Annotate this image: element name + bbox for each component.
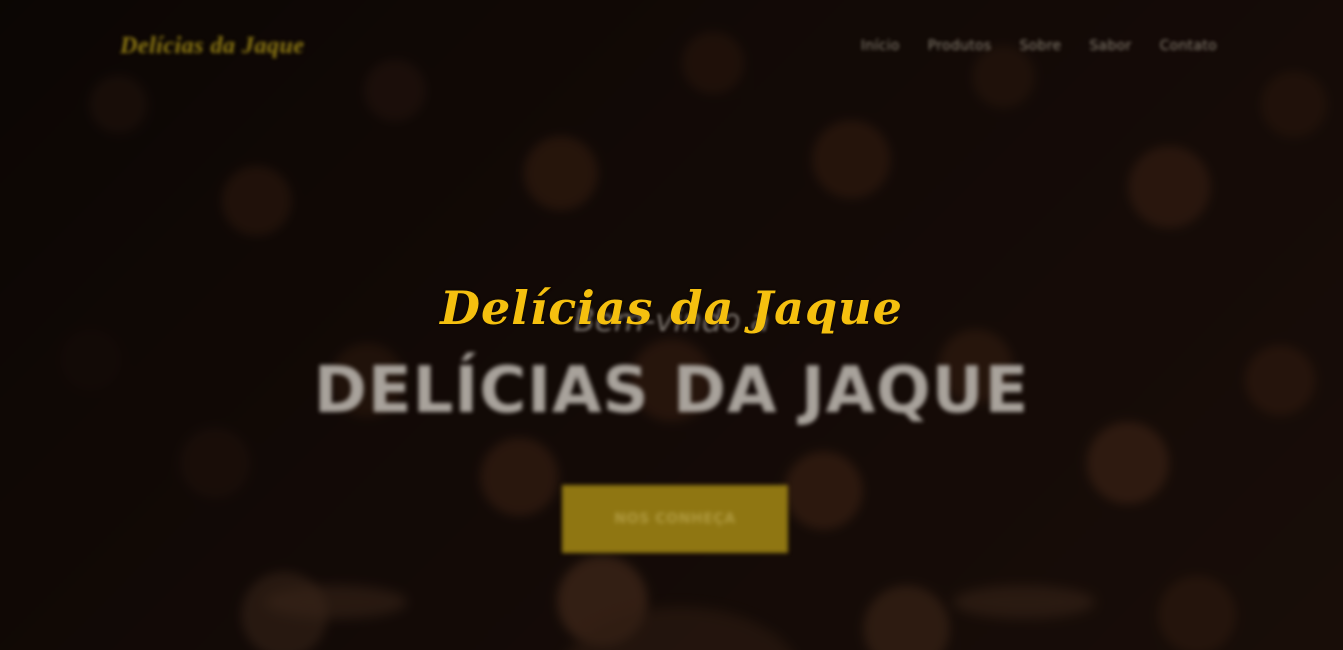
modal-title: Delícias da Jaque <box>440 281 903 335</box>
top-navigation: Delícias da Jaque Início Produtos Sobre … <box>120 28 1217 64</box>
nav-item-sobre[interactable]: Sobre <box>1019 38 1061 54</box>
hero-section: Bem-vindo à Delícias da Jaque DELÍCIAS D… <box>0 285 1343 466</box>
site-logo[interactable]: Delícias da Jaque <box>120 33 304 60</box>
nos-conheca-button[interactable]: NOS CONHEÇA <box>562 485 788 553</box>
nav-item-contato[interactable]: Contato <box>1160 38 1217 54</box>
nav-item-inicio[interactable]: Início <box>861 38 900 54</box>
page-stage: Delícias da Jaque Início Produtos Sobre … <box>0 0 1343 650</box>
nav-item-sabor[interactable]: Sabor <box>1089 38 1131 54</box>
hero-title: DELÍCIAS DA JAQUE <box>313 354 1030 428</box>
nav-item-produtos[interactable]: Produtos <box>928 38 992 54</box>
main-menu: Início Produtos Sobre Sabor Contato <box>861 38 1217 54</box>
